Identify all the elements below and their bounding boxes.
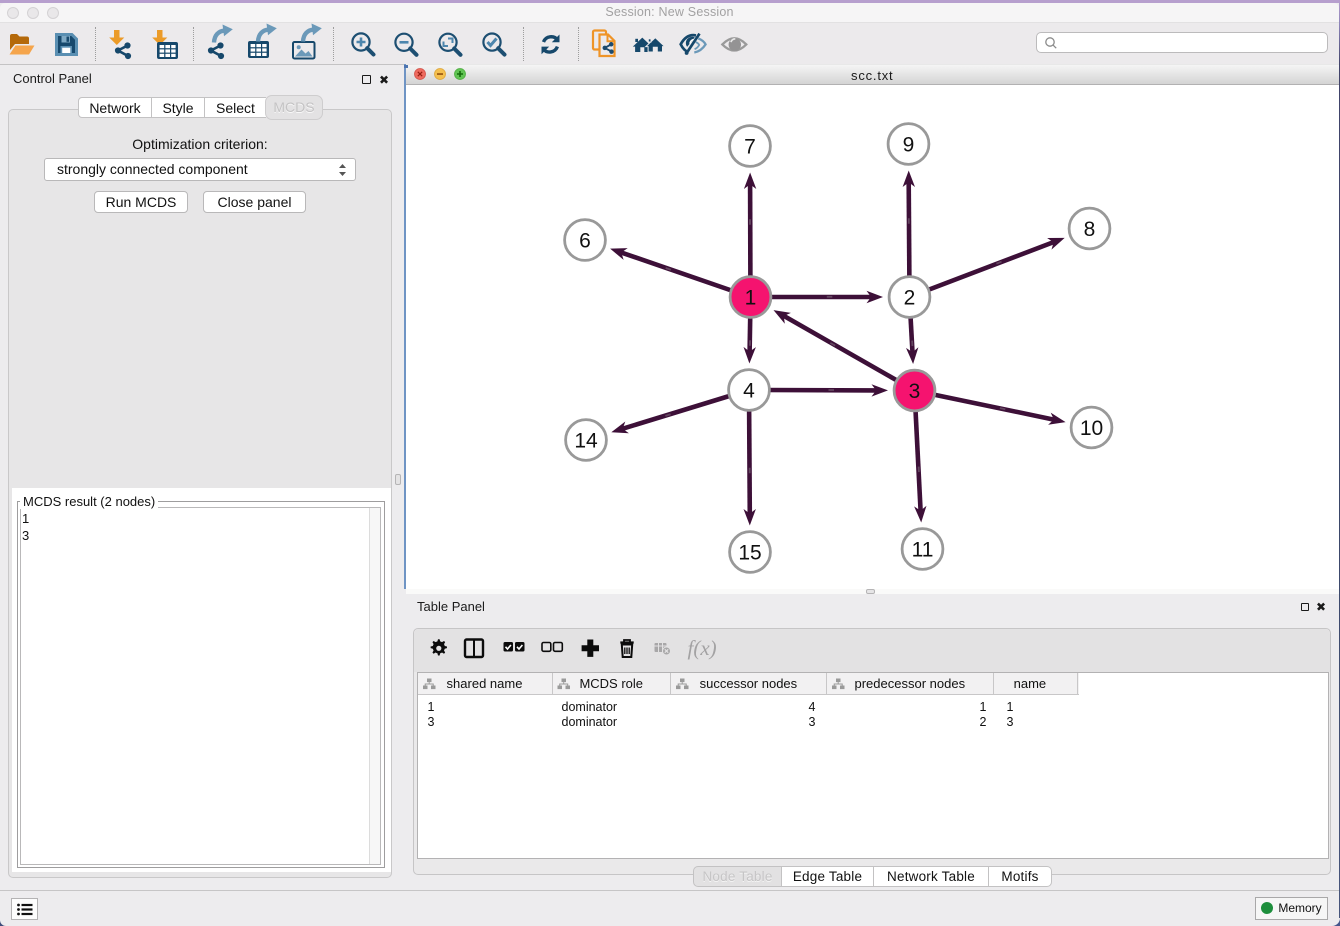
svg-text:10: 10 [1080,417,1103,440]
svg-text:8: 8 [1084,218,1096,241]
svg-text:6: 6 [579,230,591,253]
svg-text:11: 11 [912,539,934,562]
svg-text:3: 3 [909,380,921,403]
svg-text:9: 9 [903,134,915,157]
svg-text:2: 2 [904,287,916,310]
svg-text:14: 14 [574,430,598,453]
svg-text:4: 4 [743,380,755,403]
svg-text:15: 15 [738,542,761,565]
svg-text:1: 1 [745,287,757,310]
svg-text:7: 7 [744,136,756,159]
svg-text:f(x): f(x) [687,636,716,660]
